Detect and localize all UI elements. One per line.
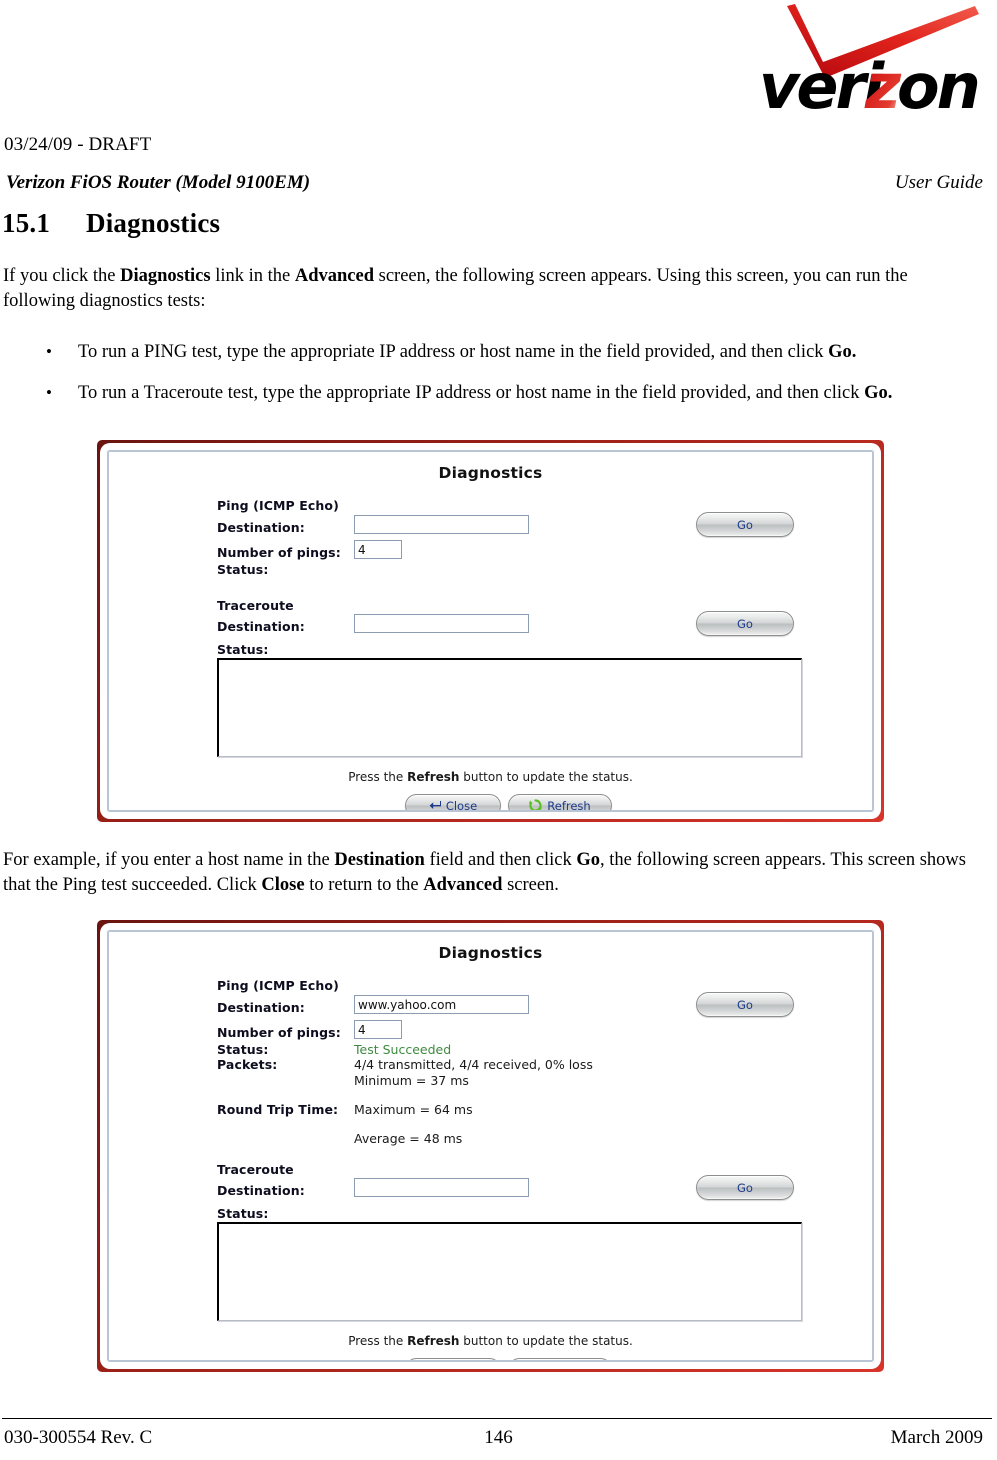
diagnostics-heading: Diagnostics xyxy=(438,944,543,962)
refresh-button[interactable]: Refresh xyxy=(508,794,612,810)
footer-page-number: 146 xyxy=(484,1427,513,1448)
example-bold-close: Close xyxy=(261,875,305,895)
refresh-hint: Press the Refresh button to update the s… xyxy=(109,770,872,784)
ping-go-button[interactable]: Go xyxy=(696,512,794,537)
panel-button-row: Close Refresh xyxy=(109,794,872,810)
traceroute-destination-label: Destination: xyxy=(217,1183,305,1198)
example-paragraph: For example, if you enter a host name in… xyxy=(3,848,983,898)
panel-button-row: Close Refresh xyxy=(109,1358,872,1360)
document-title: Verizon FiOS Router (Model 9100EM) xyxy=(6,172,311,193)
traceroute-destination-label: Destination: xyxy=(217,619,305,634)
list-item-label: To run a Traceroute test, type the appro… xyxy=(78,383,865,403)
ping-count-input[interactable] xyxy=(354,540,402,559)
footer-date: March 2009 xyxy=(890,1427,983,1448)
traceroute-go-button[interactable]: Go xyxy=(696,1175,794,1200)
traceroute-go-label: Go xyxy=(737,1180,753,1195)
list-item-bold: Go. xyxy=(864,383,893,403)
diagnostics-heading: Diagnostics xyxy=(438,464,543,482)
ping-count-input[interactable] xyxy=(354,1020,402,1039)
intro-text-b: link in the xyxy=(210,266,295,286)
traceroute-status-label: Status: xyxy=(217,1206,269,1221)
section-title: Diagnostics xyxy=(86,208,221,238)
rtt-minimum-value: Minimum = 37 ms xyxy=(354,1073,469,1088)
traceroute-go-label: Go xyxy=(737,616,753,631)
traceroute-status-output[interactable] xyxy=(217,1222,802,1321)
traceroute-status-label: Status: xyxy=(217,642,269,657)
bullet-icon: • xyxy=(46,342,52,361)
intro-text-a: If you click the xyxy=(3,266,121,286)
list-item-label: To run a PING test, type the appropriate… xyxy=(78,342,829,362)
intro-bold-diagnostics: Diagnostics xyxy=(120,266,211,286)
ping-section-label: Ping (ICMP Echo) xyxy=(217,498,339,513)
document-type: User Guide xyxy=(894,172,983,193)
section-number: 15.1 xyxy=(2,208,51,238)
refresh-hint-bold: Refresh xyxy=(407,1334,460,1348)
ping-packets-value: 4/4 transmitted, 4/4 received, 0% loss xyxy=(354,1057,593,1072)
close-label: Close xyxy=(445,798,478,811)
refresh-hint: Press the Refresh button to update the s… xyxy=(109,1334,872,1348)
ping-destination-label: Destination: xyxy=(217,1000,305,1015)
traceroute-go-button[interactable]: Go xyxy=(696,611,794,636)
page-footer: 030-300554 Rev. C 146 March 2009 xyxy=(0,1427,997,1455)
example-text-e: screen. xyxy=(502,875,559,895)
close-button[interactable]: Close xyxy=(405,794,501,810)
refresh-hint-a: Press the xyxy=(348,770,408,784)
round-trip-time-label: Round Trip Time: xyxy=(217,1102,339,1117)
ping-section-label: Ping (ICMP Echo) xyxy=(217,978,339,993)
ping-status-label: Status: xyxy=(217,1042,269,1057)
example-text-b: field and then click xyxy=(424,850,577,870)
close-button[interactable]: Close xyxy=(405,1358,501,1360)
traceroute-section-label: Traceroute xyxy=(217,1162,294,1177)
refresh-hint-bold: Refresh xyxy=(407,770,460,784)
list-item: • To run a PING test, type the appropria… xyxy=(0,340,997,365)
ping-packets-label: Packets: xyxy=(217,1057,278,1072)
intro-paragraph: If you click the Diagnostics link in the… xyxy=(3,264,981,314)
list-item: • To run a Traceroute test, type the app… xyxy=(0,381,997,406)
diagnostics-test-list: • To run a PING test, type the appropria… xyxy=(0,340,997,422)
traceroute-section-label: Traceroute xyxy=(217,598,294,613)
diagnostics-screenshot-empty: Diagnostics Ping (ICMP Echo) Destination… xyxy=(97,440,884,822)
refresh-hint-c: button to update the status. xyxy=(459,770,633,784)
ping-destination-label: Destination: xyxy=(217,520,305,535)
traceroute-destination-input[interactable] xyxy=(354,614,529,633)
refresh-hint-c: button to update the status. xyxy=(459,1334,633,1348)
ping-status-label: Status: xyxy=(217,562,269,577)
bullet-icon: • xyxy=(46,383,52,402)
verizon-logo: veri z on xyxy=(757,4,979,122)
example-text-d: to return to the xyxy=(304,875,424,895)
example-bold-advanced: Advanced xyxy=(423,875,503,895)
traceroute-status-output[interactable] xyxy=(217,658,802,757)
ping-count-label: Number of pings: xyxy=(217,1025,341,1040)
refresh-hint-a: Press the xyxy=(348,1334,408,1348)
ping-destination-input[interactable] xyxy=(354,995,529,1014)
ping-status-value: Test Succeeded xyxy=(354,1042,452,1057)
ping-destination-input[interactable] xyxy=(354,515,529,534)
rtt-maximum-value: Maximum = 64 ms xyxy=(354,1102,473,1117)
traceroute-destination-input[interactable] xyxy=(354,1178,529,1197)
diagnostics-window-1: Diagnostics Ping (ICMP Echo) Destination… xyxy=(109,452,872,810)
example-bold-go: Go xyxy=(576,850,601,870)
rtt-average-value: Average = 48 ms xyxy=(354,1131,463,1146)
return-arrow-icon xyxy=(429,800,441,810)
diagnostics-screenshot-result: Diagnostics Ping (ICMP Echo) Destination… xyxy=(97,920,884,1372)
ping-go-label: Go xyxy=(737,997,753,1012)
ping-count-label: Number of pings: xyxy=(217,545,341,560)
intro-bold-advanced: Advanced xyxy=(294,266,375,286)
draft-date-line: 03/24/09 - DRAFT xyxy=(4,134,152,155)
diagnostics-window-2: Diagnostics Ping (ICMP Echo) Destination… xyxy=(109,932,872,1360)
svg-text:on: on xyxy=(897,50,978,122)
page-title: 15.1 Diagnostics xyxy=(2,208,220,239)
ping-go-label: Go xyxy=(737,517,753,532)
refresh-button[interactable]: Refresh xyxy=(508,1358,612,1360)
list-item-bold: Go. xyxy=(828,342,857,362)
document-header: Verizon FiOS Router (Model 9100EM) User … xyxy=(0,172,997,196)
example-bold-destination: Destination xyxy=(334,850,425,870)
ping-go-button[interactable]: Go xyxy=(696,992,794,1017)
refresh-label: Refresh xyxy=(547,798,591,811)
refresh-circular-arrow-icon xyxy=(529,799,543,810)
footer-divider xyxy=(2,1418,992,1419)
example-text-a: For example, if you enter a host name in… xyxy=(3,850,335,870)
